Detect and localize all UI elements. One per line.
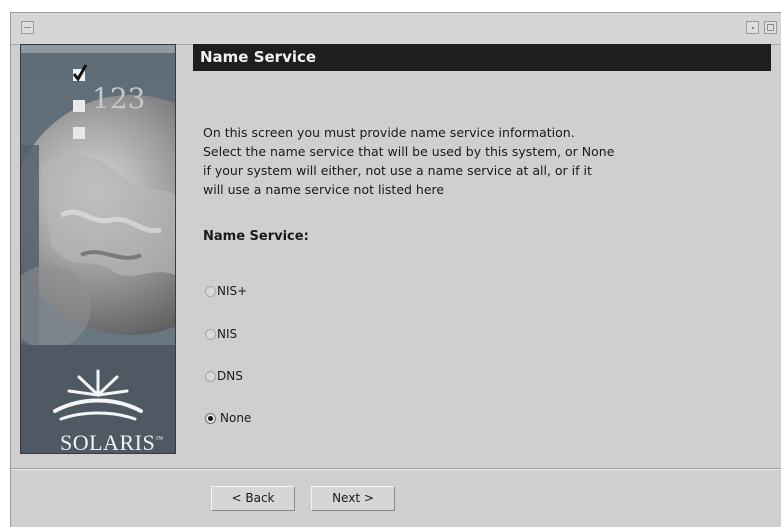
steps-number: 123 (92, 82, 146, 115)
next-button[interactable]: Next > (311, 486, 395, 511)
page-title: Name Service (193, 44, 771, 71)
minimize-icon[interactable] (746, 21, 759, 34)
logo-wordmark: SOLARIS (60, 430, 156, 455)
radio-label: NIS (217, 327, 238, 341)
back-button[interactable]: < Back (211, 486, 295, 511)
radio-label: NIS+ (217, 284, 248, 298)
footer-divider (11, 468, 781, 470)
instruction-line: will use a name service not listed here (203, 182, 445, 197)
trademark-symbol: ™ (155, 434, 164, 444)
instruction-line: if your system will either, not use a na… (203, 163, 592, 178)
radio-option-none[interactable]: None (205, 410, 251, 426)
radio-button[interactable] (205, 328, 216, 340)
radio-label: None (220, 411, 252, 425)
window-titlebar (11, 13, 781, 45)
radio-option-nis-plus[interactable]: NIS+ (205, 283, 247, 299)
radio-label: DNS (217, 369, 243, 383)
checklist-icon (72, 64, 88, 139)
radio-button[interactable] (205, 285, 216, 297)
radio-option-dns[interactable]: DNS (205, 368, 243, 384)
name-service-label: Name Service: (203, 229, 309, 244)
instruction-line: On this screen you must provide name ser… (203, 125, 575, 140)
solaris-logo-text: SOLARIS™ (60, 430, 164, 456)
radio-button-selected[interactable] (205, 412, 216, 424)
instruction-line: Select the name service that will be use… (203, 144, 615, 159)
maximize-icon[interactable] (764, 21, 777, 34)
window-menu-icon[interactable] (21, 21, 34, 34)
radio-button[interactable] (205, 370, 216, 382)
radio-option-nis[interactable]: NIS (205, 326, 237, 342)
instructions-text: On this screen you must provide name ser… (203, 123, 763, 199)
